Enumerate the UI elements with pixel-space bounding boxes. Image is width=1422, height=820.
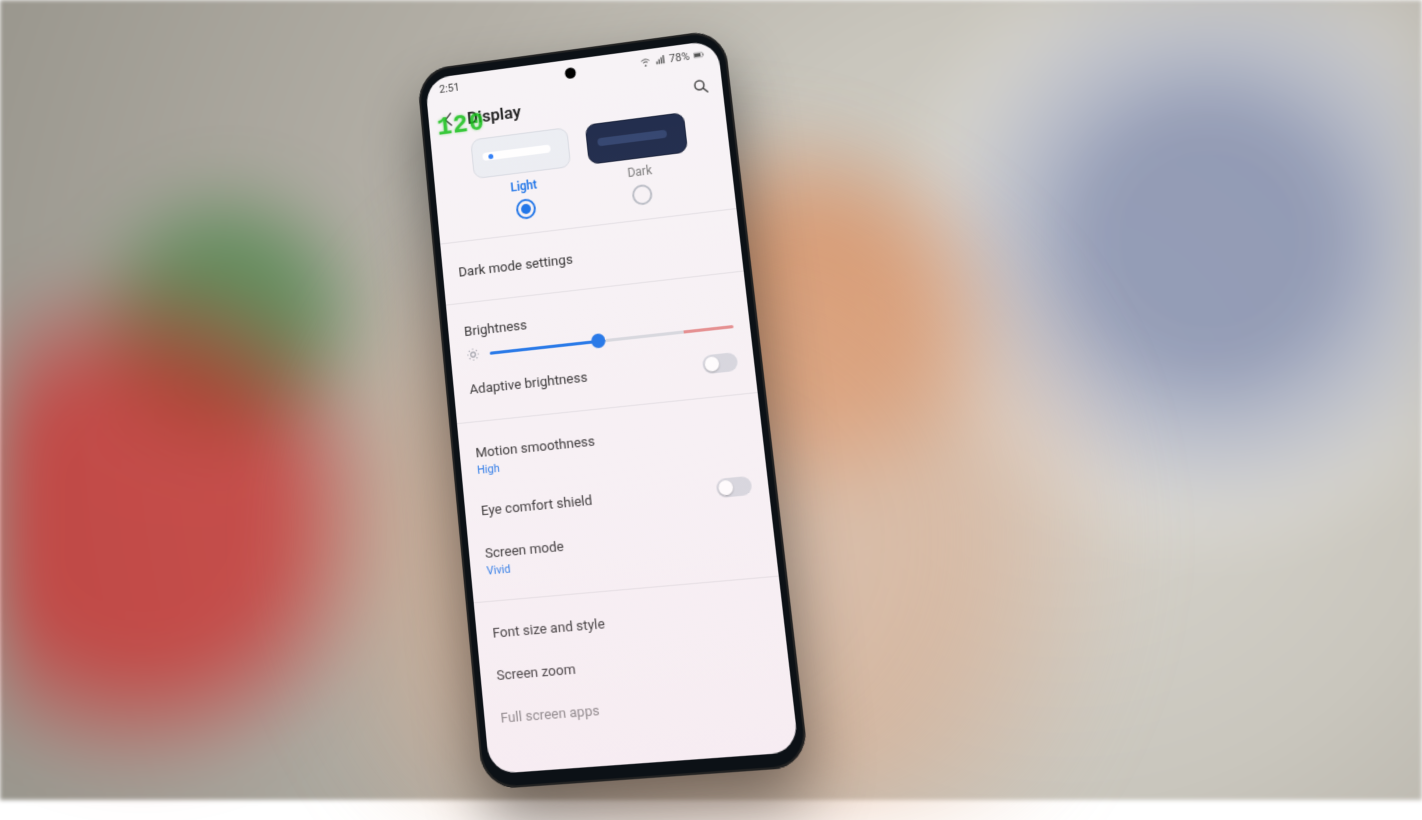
battery-text: 78% bbox=[668, 50, 690, 66]
label-dark-mode-settings: Dark mode settings bbox=[458, 251, 574, 280]
toggle-adaptive-brightness[interactable] bbox=[702, 352, 739, 374]
sun-icon bbox=[466, 347, 481, 363]
label-full-screen-apps: Full screen apps bbox=[500, 702, 600, 727]
toggle-eye-comfort-shield[interactable] bbox=[715, 476, 752, 498]
label-eye-comfort-shield: Eye comfort shield bbox=[480, 492, 593, 519]
theme-option-dark[interactable]: Dark bbox=[585, 112, 694, 211]
signal-icon bbox=[654, 54, 666, 66]
search-button[interactable] bbox=[691, 76, 711, 100]
status-time: 2:51 bbox=[439, 81, 460, 96]
theme-option-light[interactable]: Light bbox=[470, 127, 576, 225]
brightness-thumb[interactable] bbox=[590, 333, 605, 349]
item-dark-mode-settings[interactable]: Dark mode settings bbox=[441, 219, 742, 294]
search-icon bbox=[691, 76, 711, 96]
fps-overlay: 120 bbox=[436, 107, 487, 143]
theme-radio-dark[interactable] bbox=[631, 183, 653, 206]
theme-label-light: Light bbox=[510, 177, 538, 194]
theme-label-dark: Dark bbox=[627, 163, 653, 180]
wifi-icon bbox=[639, 56, 651, 68]
theme-radio-light[interactable] bbox=[515, 198, 536, 220]
label-adaptive-brightness: Adaptive brightness bbox=[469, 369, 588, 398]
label-screen-zoom: Screen zoom bbox=[496, 661, 577, 684]
label-font-size-style: Font size and style bbox=[492, 616, 606, 642]
battery-icon bbox=[693, 49, 705, 61]
